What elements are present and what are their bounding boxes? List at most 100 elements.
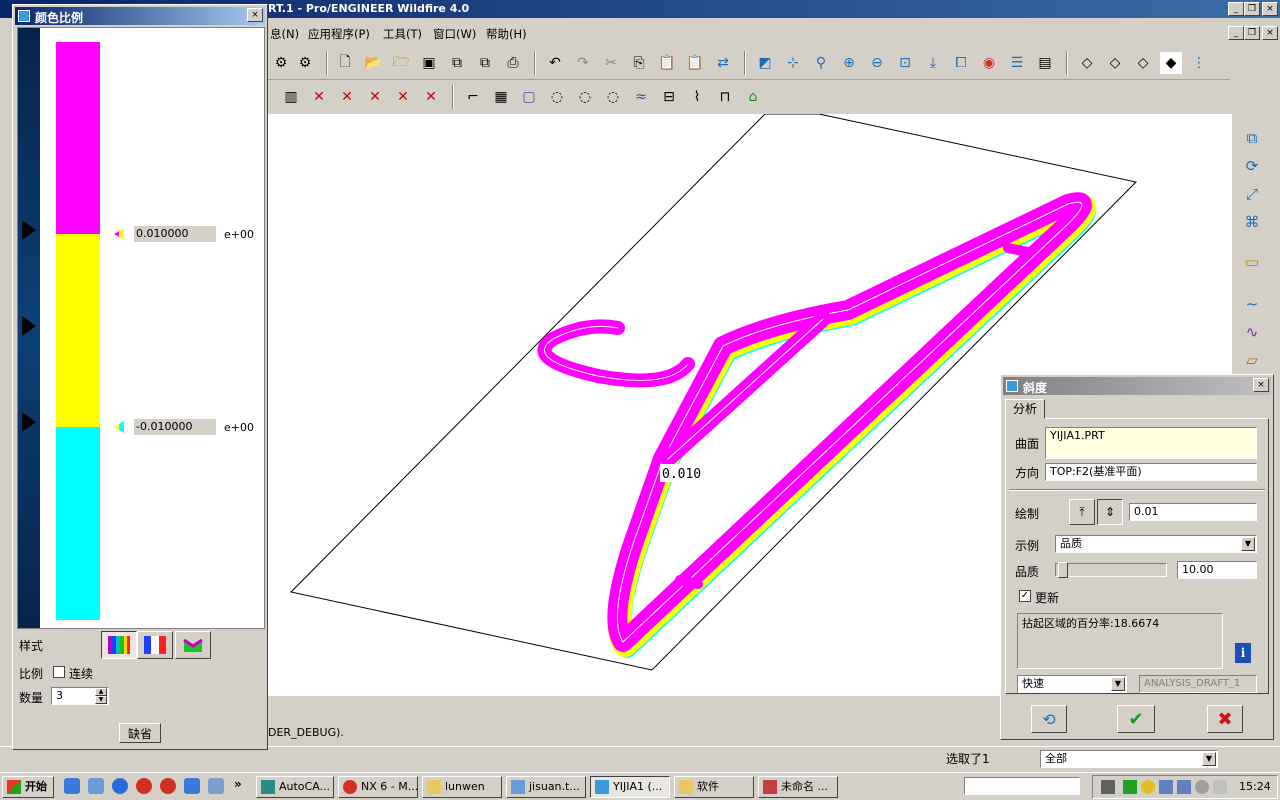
spin-center-icon[interactable]: ⊹ (782, 52, 804, 74)
surface-icon[interactable]: ▱ (1240, 348, 1264, 372)
quality-slider-thumb[interactable] (1058, 562, 1068, 578)
regen-manager-icon[interactable]: ⚙ (294, 52, 316, 74)
chevron-down-icon[interactable]: ▼ (1202, 752, 1216, 766)
menu-info[interactable]: 息(N) (270, 26, 299, 42)
print-icon[interactable]: ⎙ (502, 52, 524, 74)
tray-icon[interactable] (1101, 780, 1115, 794)
taskbar-item-yijia1[interactable]: YIJIA1 (... (590, 776, 670, 798)
hidden-line-icon[interactable]: ◇ (1104, 52, 1126, 74)
default-button[interactable]: 缺省 (119, 723, 161, 743)
zoom-out-icon[interactable]: ⊖ (866, 52, 888, 74)
sketch-icon[interactable]: ⌐ (462, 86, 484, 108)
quality-slider[interactable] (1055, 562, 1167, 578)
continuous-checkbox[interactable] (53, 666, 65, 678)
saved-views-icon[interactable]: ⧠ (950, 52, 972, 74)
direction-field[interactable]: TOP:F2(基准平面) (1045, 463, 1257, 481)
info-icon[interactable]: i (1235, 643, 1251, 663)
more-icon[interactable]: » (234, 777, 242, 791)
chevron-down-icon[interactable]: ▼ (1241, 537, 1255, 551)
volume-icon[interactable] (1213, 780, 1227, 794)
open-folder-icon[interactable]: 🗁 (390, 52, 412, 74)
cancel-button[interactable]: ✖ (1207, 705, 1243, 733)
upper-marker-icon[interactable] (22, 220, 36, 240)
tray-icon[interactable] (1141, 780, 1155, 794)
point-icon[interactable]: ◌ (574, 86, 596, 108)
appearance-icon[interactable]: ◉ (978, 52, 1000, 74)
reorient-icon[interactable]: ⤓ (922, 52, 944, 74)
quicklaunch-icon[interactable] (136, 778, 152, 794)
style-gradient-button[interactable] (175, 631, 211, 659)
view-manager-icon[interactable]: ▤ (1034, 52, 1056, 74)
analysis-name-field[interactable]: ANALYSIS_DRAFT_1 (1139, 675, 1257, 693)
backup-icon[interactable]: ⧉ (474, 52, 496, 74)
style-spectrum-button[interactable] (101, 631, 137, 659)
taskbar-item-lunwen[interactable]: lunwen (422, 776, 502, 798)
tray-icon[interactable] (1195, 780, 1209, 794)
taskbar-item-jisuan[interactable]: jisuan.t... (506, 776, 586, 798)
menu-applications[interactable]: 应用程序(P) (308, 26, 370, 42)
repeat-button[interactable]: ⟲ (1031, 705, 1067, 733)
close-button[interactable]: × (1262, 2, 1278, 16)
analysis-feature-icon[interactable]: ⊓ (714, 86, 736, 108)
orient-mode-icon[interactable]: ⚲ (810, 52, 832, 74)
paste-special-icon[interactable]: 📋 (684, 52, 706, 74)
undo-icon[interactable]: ↶ (544, 52, 566, 74)
sweep-icon[interactable]: ⤢ (1240, 182, 1264, 206)
open-file-icon[interactable]: 📂 (362, 52, 384, 74)
grid-icon[interactable]: ▦ (490, 86, 512, 108)
quicklaunch-icon[interactable] (184, 778, 200, 794)
redo-icon[interactable]: ↷ (572, 52, 594, 74)
shield-icon[interactable] (1123, 780, 1137, 794)
update-checkbox[interactable]: ✓ (1019, 590, 1031, 602)
ie-icon[interactable] (112, 778, 128, 794)
color-scale-icon[interactable]: ▥ (280, 86, 302, 108)
paste-icon[interactable]: 📋 (656, 52, 678, 74)
count-stepper[interactable]: 3 ▲ ▼ (51, 687, 109, 705)
datum-curve-icon[interactable]: ∼ (1240, 292, 1264, 316)
taskbar-item-autocad[interactable]: AutoCA... (256, 776, 334, 798)
doc-restore-button[interactable]: ❐ (1244, 26, 1260, 40)
refit-icon[interactable]: ⊡ (894, 52, 916, 74)
revolve-icon[interactable]: ⟳ (1240, 154, 1264, 178)
network-icon[interactable] (1177, 780, 1191, 794)
start-button[interactable]: 开始 (2, 776, 54, 798)
quicklaunch-icon[interactable] (88, 778, 104, 794)
lower-marker-icon[interactable] (22, 412, 36, 432)
save-icon[interactable]: ▣ (418, 52, 440, 74)
layers-icon[interactable]: ☰ (1006, 52, 1028, 74)
surface-field[interactable]: YIJIA1.PRT (1045, 427, 1257, 459)
close-icon[interactable]: × (1253, 378, 1269, 392)
delete-r-icon[interactable]: ✕ (336, 86, 358, 108)
extrude-icon[interactable]: ⧉ (1240, 126, 1264, 150)
delete-u-icon[interactable]: ✕ (308, 86, 330, 108)
regenerate-icon[interactable]: ⇄ (712, 52, 734, 74)
example-select[interactable]: 品质 ▼ (1055, 535, 1257, 553)
csys-icon[interactable]: ◌ (602, 86, 624, 108)
lower-value-field[interactable]: -0.010000 (134, 419, 216, 435)
mode-select[interactable]: 快速 ▼ (1017, 675, 1127, 693)
menu-window[interactable]: 窗口(W) (433, 26, 476, 42)
sketched-curve-icon[interactable]: ∿ (1240, 320, 1264, 344)
tab-analysis[interactable]: 分析 (1005, 399, 1045, 419)
regen-icon[interactable]: ⚙ (270, 52, 292, 74)
curve-icon[interactable]: ≈ (630, 86, 652, 108)
chevron-down-icon[interactable]: ▼ (1111, 677, 1125, 691)
shading-icon[interactable]: ◆ (1160, 52, 1182, 74)
delete-g-icon[interactable]: ✕ (392, 86, 414, 108)
draw-one-side-button[interactable]: ⤒ (1069, 499, 1095, 525)
ok-button[interactable]: ✔ (1117, 705, 1155, 733)
taskbar-item-nx[interactable]: NX 6 - M... (338, 776, 418, 798)
quicklaunch-icon[interactable] (160, 778, 176, 794)
draw-both-sides-button[interactable]: ⇕ (1097, 499, 1123, 525)
doc-minimize-button[interactable]: _ (1228, 26, 1244, 40)
minimize-button[interactable]: _ (1228, 2, 1244, 16)
delete-x-icon[interactable]: ✕ (420, 86, 442, 108)
quicklaunch-icon[interactable] (64, 778, 80, 794)
quality-field[interactable]: 10.00 (1177, 561, 1257, 579)
middle-marker-icon[interactable] (22, 316, 36, 336)
draw-angle-field[interactable]: 0.01 (1129, 503, 1257, 521)
close-icon[interactable]: × (247, 8, 263, 22)
copy-icon[interactable]: ⎘ (628, 52, 650, 74)
restore-button[interactable]: ❐ (1244, 2, 1260, 16)
style-redblue-button[interactable] (137, 631, 173, 659)
